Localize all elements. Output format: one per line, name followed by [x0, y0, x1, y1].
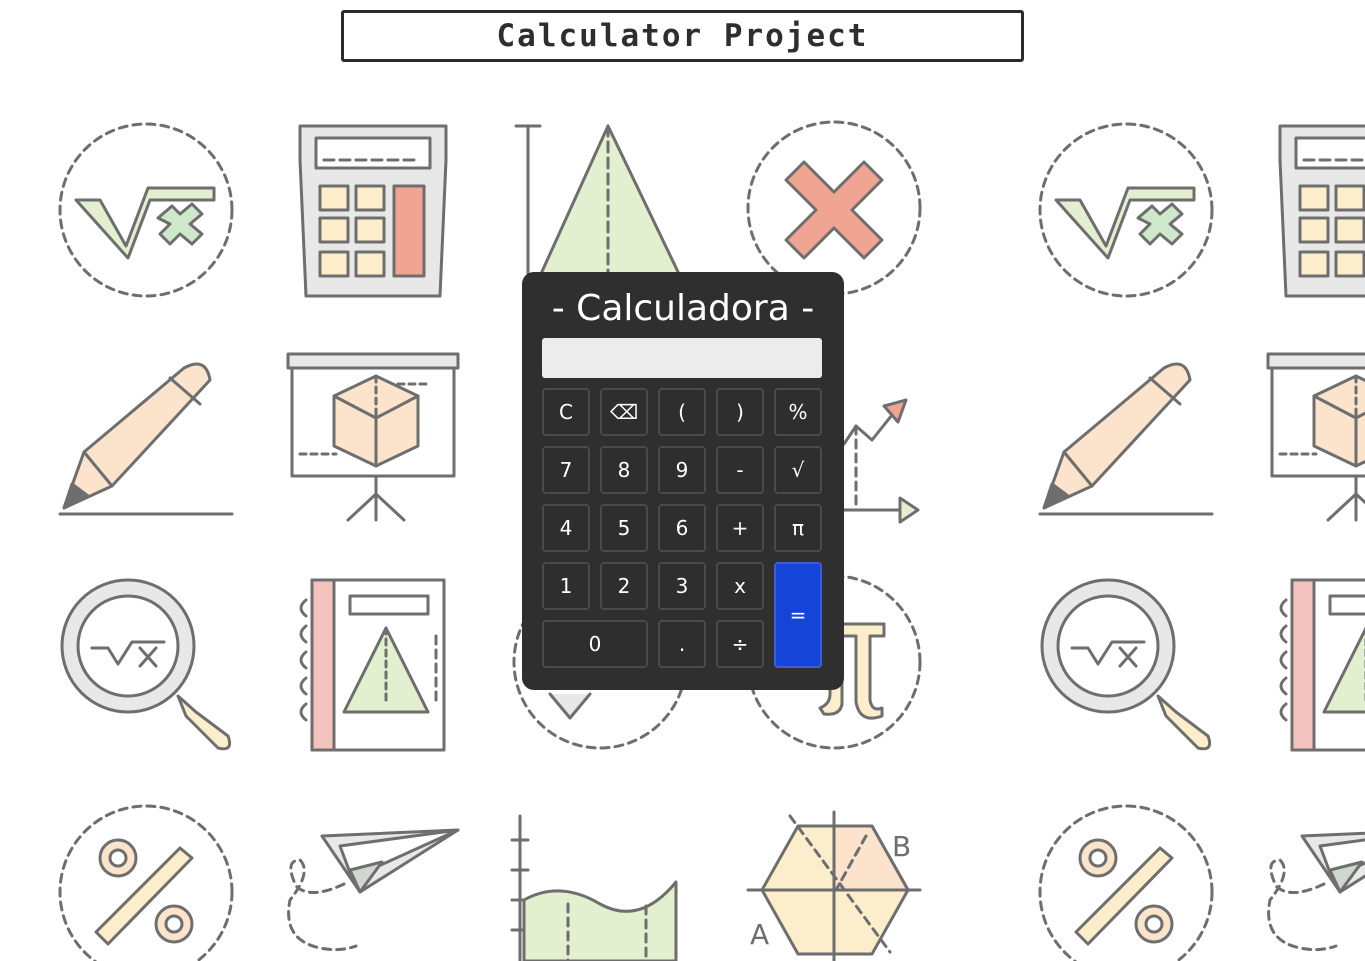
digit-6-button[interactable]: 6 — [658, 504, 706, 552]
calculator-display[interactable] — [542, 338, 822, 378]
page-title: Calculator Project — [496, 18, 869, 54]
digit-8-button[interactable]: 8 — [600, 446, 648, 494]
multiply-button[interactable]: x — [716, 562, 764, 610]
digit-1-button[interactable]: 1 — [542, 562, 590, 610]
clear-button[interactable]: C — [542, 388, 590, 436]
calculator-panel: - Calculadora - C ⌫ ( ) % 7 8 9 - √ 4 5 … — [522, 272, 844, 690]
page-title-box: Calculator Project — [341, 10, 1024, 62]
pi-button[interactable]: π — [774, 504, 822, 552]
decimal-button[interactable]: . — [658, 620, 706, 668]
open-paren-button[interactable]: ( — [658, 388, 706, 436]
digit-5-button[interactable]: 5 — [600, 504, 648, 552]
digit-3-button[interactable]: 3 — [658, 562, 706, 610]
digit-9-button[interactable]: 9 — [658, 446, 706, 494]
close-paren-button[interactable]: ) — [716, 388, 764, 436]
minus-button[interactable]: - — [716, 446, 764, 494]
calculator-title: - Calculadora - — [551, 288, 815, 329]
percent-button[interactable]: % — [774, 388, 822, 436]
equals-button[interactable]: = — [774, 562, 822, 668]
sqrt-button[interactable]: √ — [774, 446, 822, 494]
divide-button[interactable]: ÷ — [716, 620, 764, 668]
digit-7-button[interactable]: 7 — [542, 446, 590, 494]
digit-0-button[interactable]: 0 — [542, 620, 648, 668]
plus-button[interactable]: + — [716, 504, 764, 552]
backspace-button[interactable]: ⌫ — [600, 388, 648, 436]
digit-4-button[interactable]: 4 — [542, 504, 590, 552]
digit-2-button[interactable]: 2 — [600, 562, 648, 610]
